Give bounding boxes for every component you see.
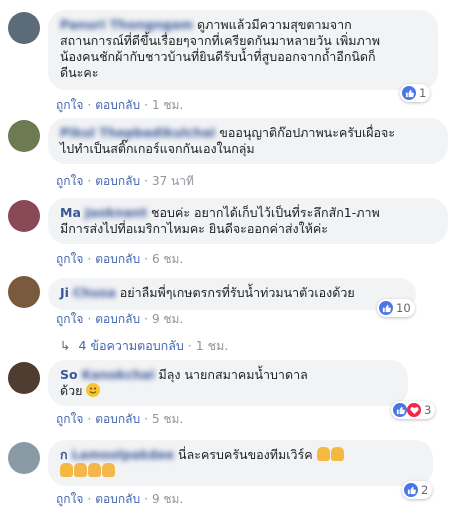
reaction-count[interactable]: 10 <box>377 299 415 317</box>
comment-actions: ถูกใจ · ตอบกลับ · 9 ชม. <box>56 492 184 506</box>
comment-thread: Panuri Thongngam ดูภาพแล้วมีความสุขตามจา… <box>0 0 460 519</box>
commenter-name[interactable]: Lamoolpakdee <box>72 447 174 462</box>
comment-text: มีการส่งไปที่อเมริกาไหมคะ ยินดีจะออกค่าส… <box>60 221 329 236</box>
comment-text: ขออนุญาติก๊อปภาพนะครับเผื่อจะ <box>219 125 396 140</box>
reply-link[interactable]: ตอบกลับ <box>95 412 140 426</box>
commenter-name[interactable]: Chusa <box>73 285 116 300</box>
reply-link[interactable]: ตอบกลับ <box>95 252 140 266</box>
comment-bubble: Ji Chusa อย่าลืมพี่ๆเกษตรกรที่รับน้ำท่วม… <box>48 278 416 310</box>
comment-bubble: Panuri Thongngam ดูภาพแล้วมีความสุขตามจา… <box>48 10 438 90</box>
comment-text: ดีนะคะ <box>60 65 99 80</box>
commenter-name-initial[interactable]: Ma <box>60 205 81 220</box>
clap-emoji-icon <box>102 463 115 477</box>
reply-link[interactable]: ตอบกลับ <box>95 312 140 326</box>
comment-actions: ถูกใจ · ตอบกลับ · 9 ชม. <box>56 312 184 326</box>
comment-bubble: Ma Jaoknant ชอบค่ะ อยากได้เก็บไว้เป็นที่… <box>48 198 448 244</box>
comment-text: น้องคนชักผ้ากับชาวบ้านที่ยินดีรับน้ำที่ส… <box>60 49 376 64</box>
commenter-name[interactable]: Kanokchai <box>82 367 155 382</box>
avatar[interactable] <box>8 12 40 44</box>
comment-text: นี่ละครบครันของทีมเวิร์ค <box>178 447 313 462</box>
commenter-name-initial[interactable]: Ji <box>60 285 69 300</box>
comment-bubble: So Kanokchai มีลุง นายกสมาคมน้ำบาดาล ด้ว… <box>48 360 408 406</box>
like-icon <box>393 403 407 417</box>
reaction-count-value: 10 <box>396 301 411 315</box>
like-link[interactable]: ถูกใจ <box>56 412 83 426</box>
commenter-name[interactable]: Jaoknant <box>85 205 147 220</box>
clap-emoji-icon <box>74 463 87 477</box>
avatar[interactable] <box>8 276 40 308</box>
like-icon <box>402 86 416 100</box>
comment-actions: ถูกใจ · ตอบกลับ · 1 ชม. <box>56 98 184 112</box>
like-icon <box>379 301 393 315</box>
reply-link[interactable]: ตอบกลับ <box>95 98 140 112</box>
reply-link[interactable]: ตอบกลับ <box>95 174 140 188</box>
reaction-count[interactable]: 2 <box>402 481 433 499</box>
comment-actions: ถูกใจ · ตอบกลับ · 6 ชม. <box>56 252 184 266</box>
reaction-count-value: 3 <box>424 403 432 417</box>
like-link[interactable]: ถูกใจ <box>56 252 83 266</box>
comment-text: อย่าลืมพี่ๆเกษตรกรที่รับน้ำท่วมนาตัวเองด… <box>119 285 355 300</box>
thumbs-up-emoji-icon <box>60 463 73 477</box>
commenter-name[interactable]: Pikul Thepbadikulchai <box>60 125 215 141</box>
comment-text: มีลุง นายกสมาคมน้ำบาดาล <box>158 367 308 382</box>
commenter-name[interactable]: Panuri Thongngam <box>60 17 193 33</box>
love-icon <box>407 403 421 417</box>
like-link[interactable]: ถูกใจ <box>56 174 83 188</box>
reply-arrow-icon: ↳ <box>60 338 71 353</box>
thumbs-up-emoji-icon <box>330 447 344 461</box>
like-link[interactable]: ถูกใจ <box>56 312 83 326</box>
avatar[interactable] <box>8 442 40 474</box>
avatar[interactable] <box>8 200 40 232</box>
comment-text: ไปทำเป็นสติ๊กเกอร์แจกกันเองในกลุ่ม <box>60 141 255 156</box>
replies-count[interactable]: 4 ข้อความตอบกลับ <box>78 338 183 353</box>
commenter-name-initial[interactable]: So <box>60 367 78 382</box>
like-icon <box>404 483 418 497</box>
commenter-name-initial[interactable]: ก <box>60 447 68 462</box>
reply-link[interactable]: ตอบกลับ <box>95 492 140 506</box>
timestamp[interactable]: 9 ชม. <box>152 492 183 506</box>
reaction-count-value: 2 <box>421 483 429 497</box>
comment-text: สถานการณ์ที่ดีขึ้นเรื่อยๆจากที่เครียดกัน… <box>60 33 380 48</box>
replies-timestamp: 1 ชม. <box>195 338 229 353</box>
comment-bubble: ก Lamoolpakdee นี่ละครบครันของทีมเวิร์ค <box>48 440 433 486</box>
comment-text: ดูภาพแล้วมีความสุขตามจาก <box>197 17 352 32</box>
like-link[interactable]: ถูกใจ <box>56 492 83 506</box>
smile-emoji-icon <box>86 383 101 397</box>
reaction-count[interactable]: 1 <box>400 84 431 102</box>
reaction-count[interactable]: 3 <box>391 401 436 419</box>
timestamp[interactable]: 1 ชม. <box>152 98 183 112</box>
comment-actions: ถูกใจ · ตอบกลับ · 37 นาที <box>56 174 194 188</box>
avatar[interactable] <box>8 120 40 152</box>
view-replies-link[interactable]: ↳ 4 ข้อความตอบกลับ · 1 ชม. <box>60 336 228 356</box>
like-link[interactable]: ถูกใจ <box>56 98 83 112</box>
avatar[interactable] <box>8 362 40 394</box>
comment-text: ชอบค่ะ อยากได้เก็บไว้เป็นที่ระลึกสัก1-ภา… <box>151 205 380 220</box>
comment-bubble: Pikul Thepbadikulchai ขออนุญาติก๊อปภาพนะ… <box>48 118 448 164</box>
thumbs-up-emoji-icon <box>316 447 330 461</box>
timestamp[interactable]: 5 ชม. <box>152 412 183 426</box>
comment-text: ด้วย <box>60 383 83 398</box>
reaction-count-value: 1 <box>419 86 427 100</box>
timestamp[interactable]: 37 นาที <box>152 174 194 188</box>
timestamp[interactable]: 6 ชม. <box>152 252 183 266</box>
comment-actions: ถูกใจ · ตอบกลับ · 5 ชม. <box>56 412 184 426</box>
timestamp[interactable]: 9 ชม. <box>152 312 183 326</box>
clap-emoji-icon <box>88 463 101 477</box>
